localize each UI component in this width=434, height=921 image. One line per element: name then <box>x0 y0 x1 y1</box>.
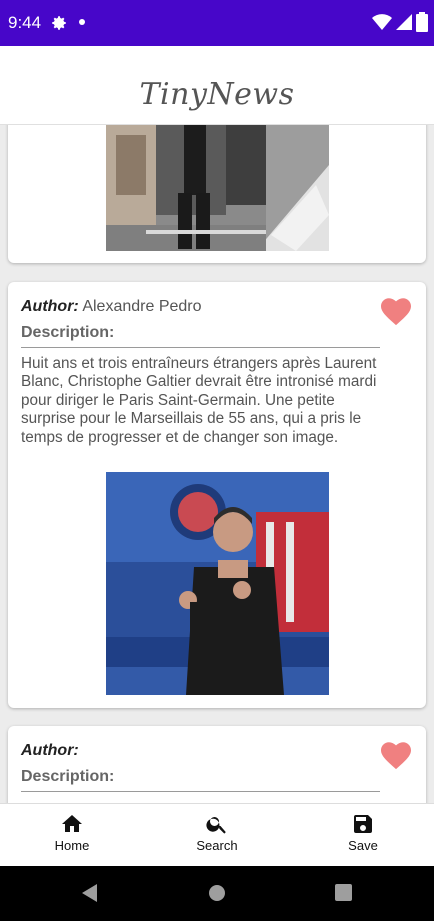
article-card[interactable] <box>8 125 426 263</box>
system-navigation-bar <box>0 866 434 921</box>
wifi-icon <box>372 14 392 30</box>
back-icon[interactable] <box>82 884 98 902</box>
nav-search-label: Search <box>196 838 238 853</box>
article-description: Huit ans et trois entraîneurs étrangers … <box>21 355 377 446</box>
nav-home[interactable]: Home <box>27 812 117 853</box>
divider <box>21 347 380 348</box>
article-image <box>106 472 329 695</box>
app-title: TinyNews <box>139 77 295 112</box>
favorite-heart-icon[interactable] <box>381 742 411 770</box>
nav-home-label: Home <box>54 838 90 853</box>
bottom-navigation: Home Search Save <box>0 803 434 867</box>
header-spacer <box>0 46 434 65</box>
notification-dot-icon <box>79 19 85 25</box>
status-icons <box>372 12 428 32</box>
settings-gear-icon <box>52 16 66 30</box>
home-circle-icon[interactable] <box>208 884 226 902</box>
article-author: Author: Alexandre Pedro <box>21 298 202 316</box>
search-icon <box>206 817 226 834</box>
favorite-heart-icon[interactable] <box>381 298 411 326</box>
author-label: Author: <box>21 298 79 315</box>
article-author: Author: <box>21 742 79 760</box>
app-header: TinyNews <box>0 65 434 125</box>
author-label: Author: <box>21 742 79 759</box>
battery-icon <box>416 12 428 32</box>
status-time: 9:44 <box>8 13 42 32</box>
recents-square-icon[interactable] <box>335 884 352 901</box>
divider <box>21 791 380 792</box>
status-bar: 9:44 <box>0 0 434 46</box>
author-name: Alexandre Pedro <box>82 298 202 315</box>
cell-signal-icon <box>396 14 412 30</box>
nav-save-label: Save <box>348 838 378 853</box>
news-feed[interactable]: Author: Alexandre Pedro Description: Hui… <box>0 125 434 803</box>
description-label: Description: <box>21 768 115 785</box>
article-image <box>106 125 329 251</box>
article-card[interactable]: Author: Description: <box>8 726 426 803</box>
save-floppy-icon <box>354 815 372 833</box>
home-icon <box>62 815 82 832</box>
nav-save[interactable]: Save <box>318 812 408 853</box>
nav-search[interactable]: Search <box>172 812 262 853</box>
description-label: Description: <box>21 324 115 341</box>
article-card[interactable]: Author: Alexandre Pedro Description: Hui… <box>8 282 426 708</box>
